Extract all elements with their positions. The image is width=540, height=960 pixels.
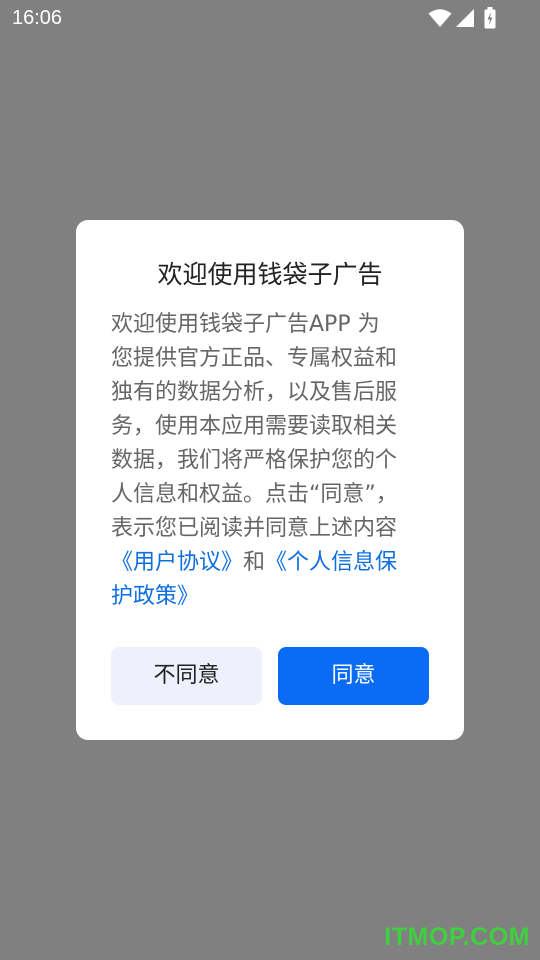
body-line: 数据，我们将严格保护您的个 — [111, 448, 398, 473]
conjunction-text: 和 — [243, 550, 266, 575]
body-line: 欢迎使用钱袋子广告APP 为 — [111, 312, 380, 337]
battery-icon — [484, 7, 496, 29]
status-bar: 16:06 — [0, 0, 540, 36]
status-icons — [420, 7, 500, 29]
wifi-icon — [428, 9, 452, 27]
disagree-button[interactable]: 不同意 — [111, 647, 262, 705]
privacy-policy-link[interactable]: 《个人信息保 — [265, 550, 397, 575]
body-line: 务，使用本应用需要读取相关 — [111, 414, 398, 439]
body-line: 您提供官方正品、专属权益和 — [111, 346, 398, 371]
privacy-policy-link-continued[interactable]: 护政策》 — [111, 584, 199, 609]
dialog-body: 欢迎使用钱袋子广告APP 为 您提供官方正品、专属权益和 独有的数据分析，以及售… — [111, 308, 416, 614]
signal-icon — [456, 9, 474, 27]
dialog-title: 欢迎使用钱袋子广告 — [157, 260, 383, 289]
watermark-logo: ITMOP.COM — [384, 923, 530, 951]
body-line: 表示您已阅读并同意上述内容 — [111, 516, 398, 541]
user-agreement-link[interactable]: 《用户协议》 — [111, 550, 243, 575]
agree-button[interactable]: 同意 — [278, 647, 429, 705]
links-line-2: 护政策》 — [111, 580, 416, 614]
body-line: 人信息和权益。点击“同意”， — [111, 482, 398, 507]
privacy-dialog: 欢迎使用钱袋子广告 欢迎使用钱袋子广告APP 为 您提供官方正品、专属权益和 独… — [76, 220, 464, 740]
links-line: 《用户协议》和《个人信息保 — [111, 546, 416, 580]
body-line: 独有的数据分析，以及售后服 — [111, 380, 398, 405]
status-time: 16:06 — [12, 7, 63, 29]
